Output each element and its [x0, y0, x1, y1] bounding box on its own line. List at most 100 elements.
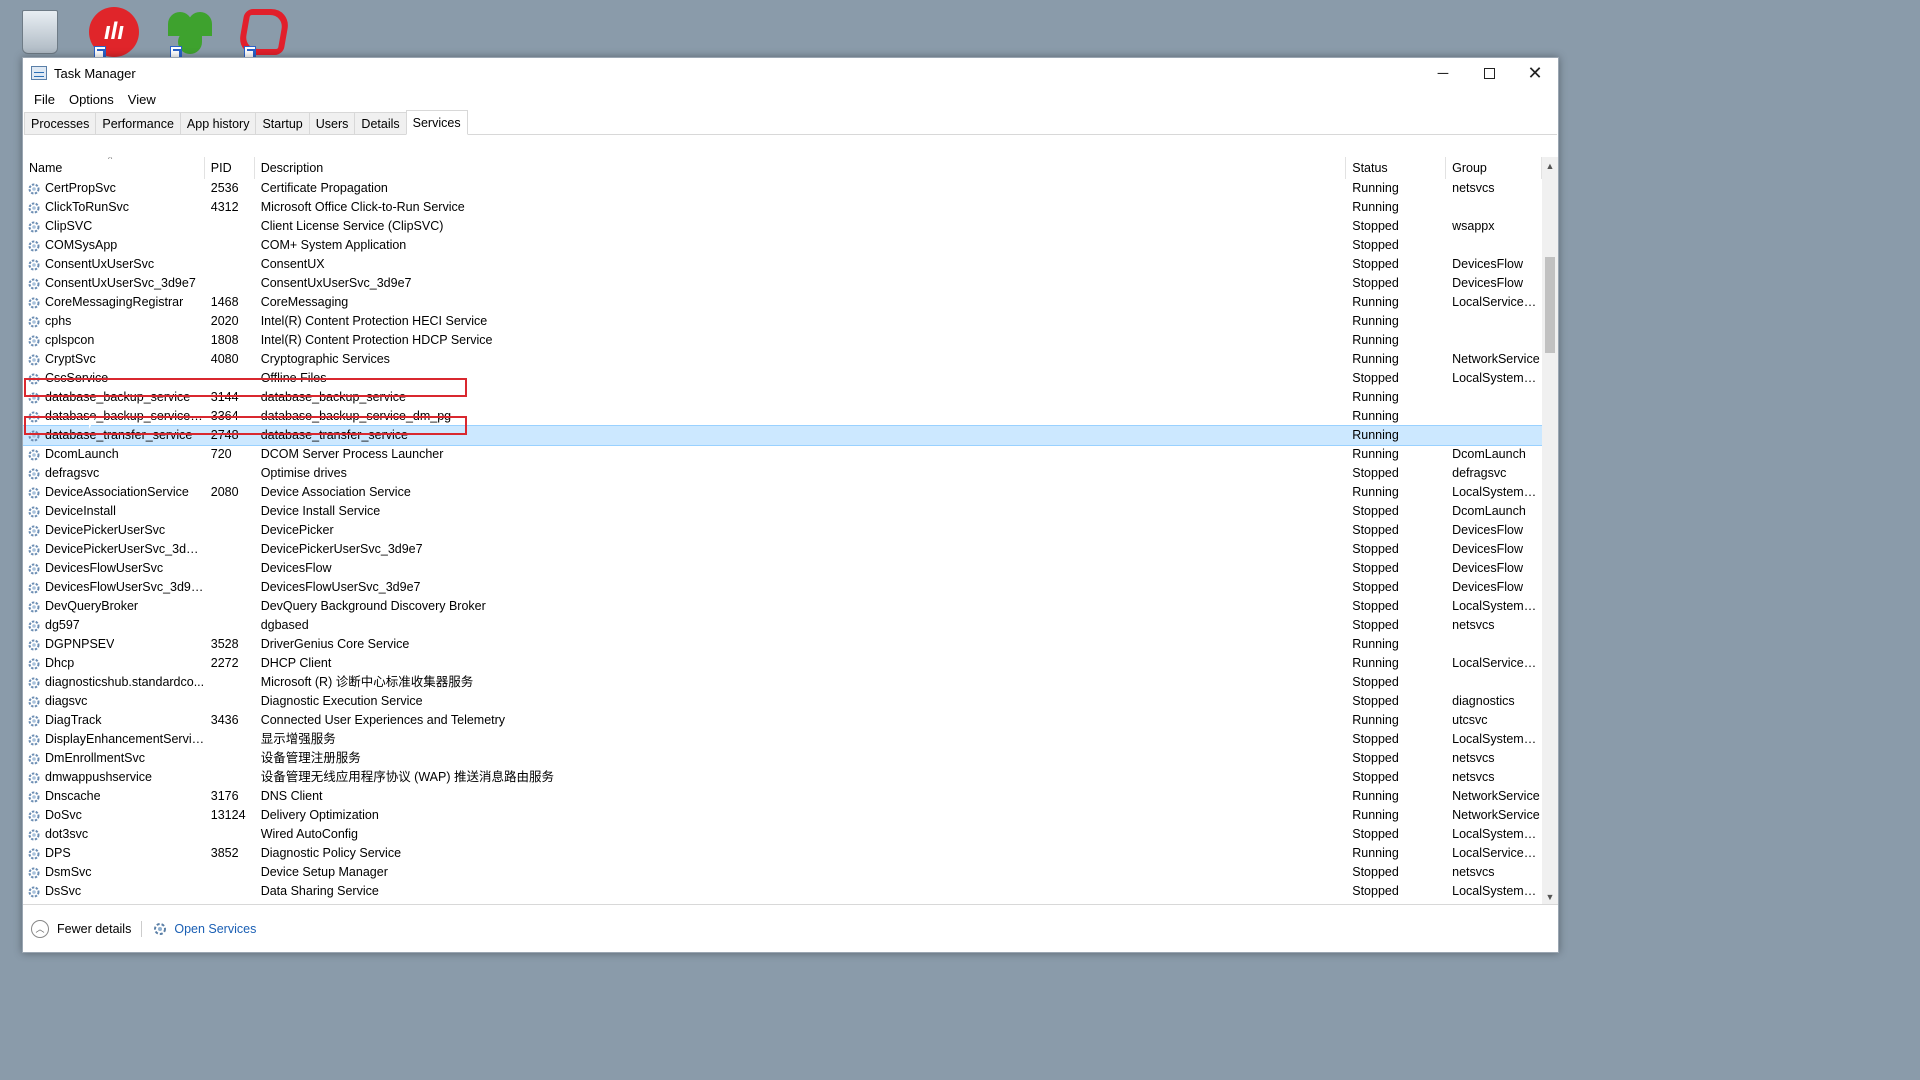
- table-row[interactable]: DoSvc 13124 Delivery Optimization Running Ne…: [23, 806, 1542, 825]
- group-cell: utcsvc: [1452, 713, 1488, 727]
- table-row[interactable]: dmwappushservice 设备管理无线应用程序协议 (WAP) 推送消息路…: [23, 768, 1542, 787]
- table-row[interactable]: diagnosticshub.standardco... Microsoft (R…: [23, 673, 1542, 692]
- group-cell: [1446, 388, 1542, 407]
- table-row[interactable]: ConsentUxUserSvc ConsentUX Stopped DevicesF…: [23, 255, 1542, 274]
- app-shortcut-green-icon[interactable]: [164, 6, 216, 58]
- table-row[interactable]: COMSysApp COM+ System Application Stopped: [23, 236, 1542, 255]
- tab-startup[interactable]: Startup: [255, 112, 310, 134]
- pid-cell: [205, 616, 255, 635]
- table-row[interactable]: CoreMessagingRegistrar 1468 CoreMessaging R…: [23, 293, 1542, 312]
- status-cell: Stopped: [1352, 675, 1399, 689]
- table-row[interactable]: DisplayEnhancementService 显示增强服务 Stopped Lo…: [23, 730, 1542, 749]
- chevron-up-icon[interactable]: ︿: [31, 919, 49, 938]
- scroll-down-icon[interactable]: ▼: [1542, 888, 1558, 905]
- table-row[interactable]: DGPNPSEV 3528 DriverGenius Core Service Run…: [23, 635, 1542, 654]
- service-gear-icon: [28, 677, 40, 688]
- status-cell: Stopped: [1352, 276, 1399, 290]
- status-cell: Stopped: [1352, 599, 1399, 613]
- group-cell: DcomLaunch: [1452, 504, 1526, 518]
- column-header-description[interactable]: Description: [255, 157, 1347, 179]
- table-row[interactable]: dot3svc Wired AutoConfig Stopped LocalSyste…: [23, 825, 1542, 844]
- table-row[interactable]: database_backup_service_d... 3364 database…: [23, 407, 1542, 426]
- close-button[interactable]: ✕: [1512, 58, 1558, 88]
- service-name: cphs: [45, 314, 72, 328]
- table-row[interactable]: dg597 dgbased Stopped netsvcs: [23, 616, 1542, 635]
- table-row[interactable]: DeviceAssociationService 2080 Device Assoc…: [23, 483, 1542, 502]
- table-row[interactable]: DevicePickerUserSvc DevicePicker Stopped De…: [23, 521, 1542, 540]
- pid-cell: 2020: [210, 314, 239, 328]
- table-row[interactable]: database_transfer_service 2748 database_tr…: [23, 425, 1542, 446]
- table-row[interactable]: DeviceInstall Device Install Service Stopp…: [23, 502, 1542, 521]
- description-cell: Data Sharing Service: [260, 884, 379, 898]
- service-name: defragsvc: [45, 466, 100, 480]
- app-shortcut-red-icon[interactable]: ılı: [88, 6, 140, 58]
- status-cell: Running: [1352, 808, 1399, 822]
- maximize-button[interactable]: [1466, 58, 1512, 88]
- service-name-cell: ClickToRunSvc: [23, 198, 205, 217]
- description-cell: Device Setup Manager: [260, 865, 388, 879]
- table-row[interactable]: CryptSvc 4080 Cryptographic Services Runnin…: [23, 350, 1542, 369]
- table-row[interactable]: cplspcon 1808 Intel(R) Content Protection …: [23, 331, 1542, 350]
- table-row[interactable]: DsSvc Data Sharing Service Stopped LocalSys…: [23, 882, 1542, 901]
- table-row[interactable]: DevQueryBroker DevQuery Background Discov…: [23, 597, 1542, 616]
- pid-cell: [205, 274, 255, 293]
- table-row[interactable]: CscService Offline Files Stopped LocalSyste…: [23, 369, 1542, 388]
- group-cell: DevicesFlow: [1452, 276, 1523, 290]
- table-row[interactable]: DcomLaunch 720 DCOM Server Process Launche…: [23, 445, 1542, 464]
- minimize-button[interactable]: ─: [1420, 58, 1466, 88]
- column-header-name[interactable]: Name ^: [23, 157, 205, 179]
- tab-services[interactable]: Services: [405, 110, 468, 135]
- column-header-group[interactable]: Group: [1446, 157, 1542, 179]
- app-shortcut-g-icon[interactable]: [236, 6, 292, 58]
- table-row[interactable]: database_backup_service 3144 database_back…: [23, 388, 1542, 407]
- description-cell: DriverGenius Core Service: [260, 637, 410, 651]
- service-name: ClickToRunSvc: [45, 200, 130, 214]
- service-name: Dhcp: [45, 656, 75, 670]
- table-row[interactable]: diagsvc Diagnostic Execution Service Stopp…: [23, 692, 1542, 711]
- table-row[interactable]: ClipSVC Client License Service (ClipSVC) S…: [23, 217, 1542, 236]
- vertical-scrollbar[interactable]: ▲ ▼: [1542, 157, 1558, 905]
- table-row[interactable]: DiagTrack 3436 Connected User Experiences …: [23, 711, 1542, 730]
- column-header-status[interactable]: Status: [1346, 157, 1447, 179]
- table-row[interactable]: DPS 3852 Diagnostic Policy Service Running L…: [23, 844, 1542, 863]
- mouse-cursor-icon: [89, 418, 101, 429]
- tab-users[interactable]: Users: [308, 112, 356, 134]
- table-row[interactable]: Dhcp 2272 DHCP Client Running LocalServiceN.…: [23, 654, 1542, 673]
- tab-performance[interactable]: Performance: [95, 112, 181, 134]
- tab-processes[interactable]: Processes: [24, 112, 97, 134]
- table-row[interactable]: defragsvc Optimise drives Stopped defragsvc: [23, 464, 1542, 483]
- service-name: diagnosticshub.standardco...: [45, 675, 205, 689]
- scrollbar-thumb[interactable]: [1545, 257, 1555, 353]
- menu-options[interactable]: Options: [62, 92, 121, 107]
- service-name: cplspcon: [45, 333, 95, 347]
- table-row[interactable]: DsmSvc Device Setup Manager Stopped netsvcs: [23, 863, 1542, 882]
- group-cell: LocalServiceN...: [1452, 846, 1542, 860]
- fewer-details-link[interactable]: Fewer details: [57, 922, 131, 936]
- menu-view[interactable]: View: [121, 92, 163, 107]
- table-row[interactable]: CertPropSvc 2536 Certificate Propagation Ru…: [23, 179, 1542, 198]
- service-name: DPS: [45, 846, 71, 860]
- table-row[interactable]: ClickToRunSvc 4312 Microsoft Office Click-…: [23, 198, 1542, 217]
- table-row[interactable]: cphs 2020 Intel(R) Content Protection HECI…: [23, 312, 1542, 331]
- table-row[interactable]: Dnscache 3176 DNS Client Running NetworkServ…: [23, 787, 1542, 806]
- table-row[interactable]: ConsentUxUserSvc_3d9e7 ConsentUxUserSvc_3…: [23, 274, 1542, 293]
- description-cell: 设备管理无线应用程序协议 (WAP) 推送消息路由服务: [260, 770, 554, 784]
- service-name: CscService: [45, 371, 109, 385]
- table-row[interactable]: DevicePickerUserSvc_3d9e7 DevicePickerUse…: [23, 540, 1542, 559]
- table-row[interactable]: DmEnrollmentSvc 设备管理注册服务 Stopped netsvcs: [23, 749, 1542, 768]
- service-gear-icon: [28, 620, 40, 631]
- open-services-link[interactable]: Open Services: [152, 921, 256, 937]
- service-name: DeviceInstall: [45, 504, 116, 518]
- title-bar[interactable]: Task Manager ─ ✕: [23, 58, 1558, 88]
- tab-app-history[interactable]: App history: [179, 112, 257, 134]
- recycle-bin-icon[interactable]: [14, 6, 66, 58]
- table-row[interactable]: DevicesFlowUserSvc_3d9e7 DevicesFlowUserS…: [23, 578, 1542, 597]
- service-name-cell: Dhcp: [23, 654, 205, 673]
- table-row[interactable]: DevicesFlowUserSvc DevicesFlow Stopped Devi…: [23, 559, 1542, 578]
- column-header-pid[interactable]: PID: [205, 157, 255, 179]
- menu-file[interactable]: File: [27, 92, 62, 107]
- pid-cell: 3144: [210, 390, 239, 404]
- tab-details[interactable]: Details: [354, 112, 407, 134]
- group-cell: LocalSystemN...: [1452, 485, 1542, 499]
- scroll-up-icon[interactable]: ▲: [1542, 157, 1558, 174]
